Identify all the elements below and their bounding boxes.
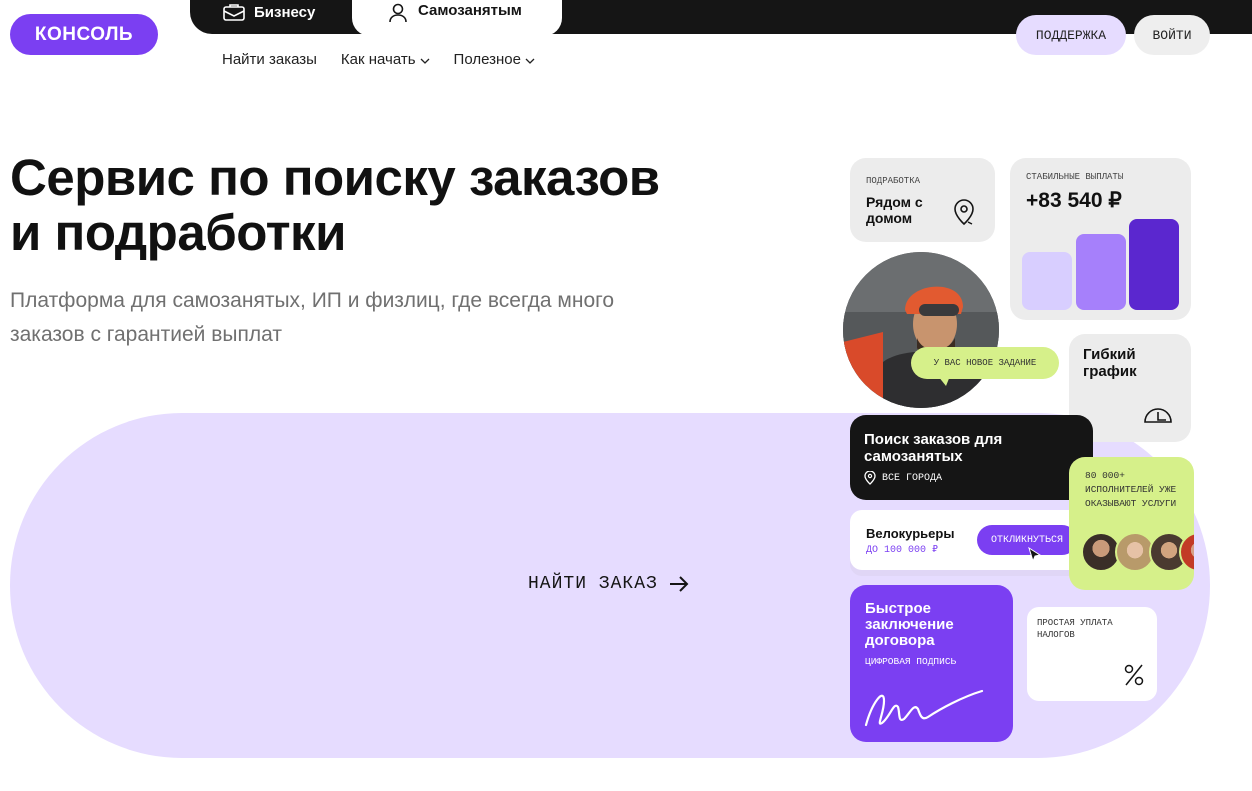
card-courier-title: Велокурьеры	[866, 526, 955, 541]
arrow-right-icon	[669, 576, 689, 592]
card-payouts-label: СТАБИЛЬНЫЕ ВЫПЛАТЫ	[1026, 172, 1124, 182]
cursor-icon	[1028, 547, 1042, 563]
signature-icon	[864, 689, 984, 727]
card-contract-subtitle: ЦИФРОВАЯ ПОДПИСЬ	[865, 656, 957, 667]
card-search-title: Поиск заказов для самозанятых	[864, 431, 1003, 465]
chevron-down-icon	[525, 58, 535, 64]
card-contract: Быстрое заключение договора ЦИФРОВАЯ ПОД…	[850, 585, 1013, 742]
main-nav: Найти заказы Как начать Полезное	[222, 51, 535, 68]
find-order-button[interactable]: НАЙТИ ЗАКАЗ	[528, 574, 690, 594]
login-button[interactable]: ВОЙТИ	[1134, 15, 1210, 55]
title-line-1: Сервис по поиску заказов	[10, 149, 660, 206]
tab-business-label: Бизнесу	[254, 3, 316, 21]
user-icon	[386, 2, 410, 24]
courier-photo	[843, 252, 999, 408]
briefcase-icon	[222, 1, 246, 23]
card-payouts-amount: +83 540 ₽	[1026, 189, 1122, 212]
card-courier-job: Велокурьеры ДО 100 000 ₽ ОТКЛИКНУТЬСЯ	[850, 510, 1082, 570]
title-line-2: и подработки	[10, 204, 346, 261]
card-nearby-title: Рядом с домом	[866, 194, 923, 226]
clock-icon	[1144, 408, 1172, 423]
subtitle-line-2: заказов с гарантией выплат	[10, 323, 282, 346]
card-flexible-title-line-1: Гибкий	[1083, 346, 1136, 363]
nav-useful-label: Полезное	[453, 51, 521, 68]
card-search-orders: Поиск заказов для самозанятых ВСЕ ГОРОДА	[850, 415, 1093, 500]
tab-business[interactable]: Бизнесу	[222, 0, 315, 24]
card-tax: ПРОСТАЯ УПЛАТА НАЛОГОВ	[1027, 607, 1157, 701]
find-order-label: НАЙТИ ЗАКАЗ	[528, 574, 658, 594]
nav-how-to-start[interactable]: Как начать	[341, 51, 430, 68]
chevron-down-icon	[420, 58, 430, 64]
percent-icon	[1124, 664, 1144, 686]
card-executors-text: 80 000+ ИСПОЛНИТЕЛЕЙ УЖЕ ОКАЗЫВАЮТ УСЛУГ…	[1085, 470, 1177, 509]
nav-useful[interactable]: Полезное	[454, 51, 535, 68]
card-nearby-label: ПОДРАБОТКА	[866, 176, 921, 186]
subtitle-line-1: Платформа для самозанятых, ИП и физлиц, …	[10, 289, 615, 312]
nav-find-orders-label: Найти заказы	[222, 51, 317, 68]
tab-self-employed[interactable]: Самозанятым	[352, 0, 562, 36]
card-executors: 80 000+ ИСПОЛНИТЕЛЕЙ УЖЕ ОКАЗЫВАЮТ УСЛУГ…	[1069, 457, 1194, 590]
card-tax-label: ПРОСТАЯ УПЛАТА НАЛОГОВ	[1037, 618, 1113, 640]
card-search-location-label: ВСЕ ГОРОДА	[882, 472, 943, 484]
map-pin-icon	[864, 471, 876, 485]
payout-bar-large	[1129, 219, 1179, 310]
card-search-location: ВСЕ ГОРОДА	[864, 471, 942, 485]
bubble-tail	[938, 376, 950, 386]
card-flexible-title: Гибкий график	[1083, 346, 1137, 380]
card-nearby: ПОДРАБОТКА Рядом с домом	[850, 158, 995, 242]
support-button[interactable]: ПОДДЕРЖКА	[1016, 15, 1126, 55]
nav-find-orders[interactable]: Найти заказы	[222, 51, 317, 68]
card-contract-title: Быстрое заключение договора	[865, 600, 954, 649]
card-courier-price: ДО 100 000 ₽	[866, 545, 939, 556]
card-payouts: СТАБИЛЬНЫЕ ВЫПЛАТЫ +83 540 ₽	[1010, 158, 1191, 320]
hero-subtitle: Платформа для самозанятых, ИП и физлиц, …	[10, 284, 770, 352]
tab-self-employed-label: Самозанятым	[418, 2, 522, 19]
card-flexible-title-line-2: график	[1083, 363, 1137, 380]
notification-bubble: У ВАС НОВОЕ ЗАДАНИЕ	[911, 347, 1059, 379]
nav-how-to-start-label: Как начать	[340, 51, 416, 68]
payout-bar-small	[1022, 252, 1072, 310]
page-title: Сервис по поиску заказов и подработки	[10, 150, 810, 260]
map-pin-icon	[954, 199, 974, 226]
respond-button[interactable]: ОТКЛИКНУТЬСЯ	[977, 525, 1077, 555]
payout-bar-medium	[1076, 234, 1126, 310]
logo[interactable]: КОНСОЛЬ	[10, 14, 158, 55]
